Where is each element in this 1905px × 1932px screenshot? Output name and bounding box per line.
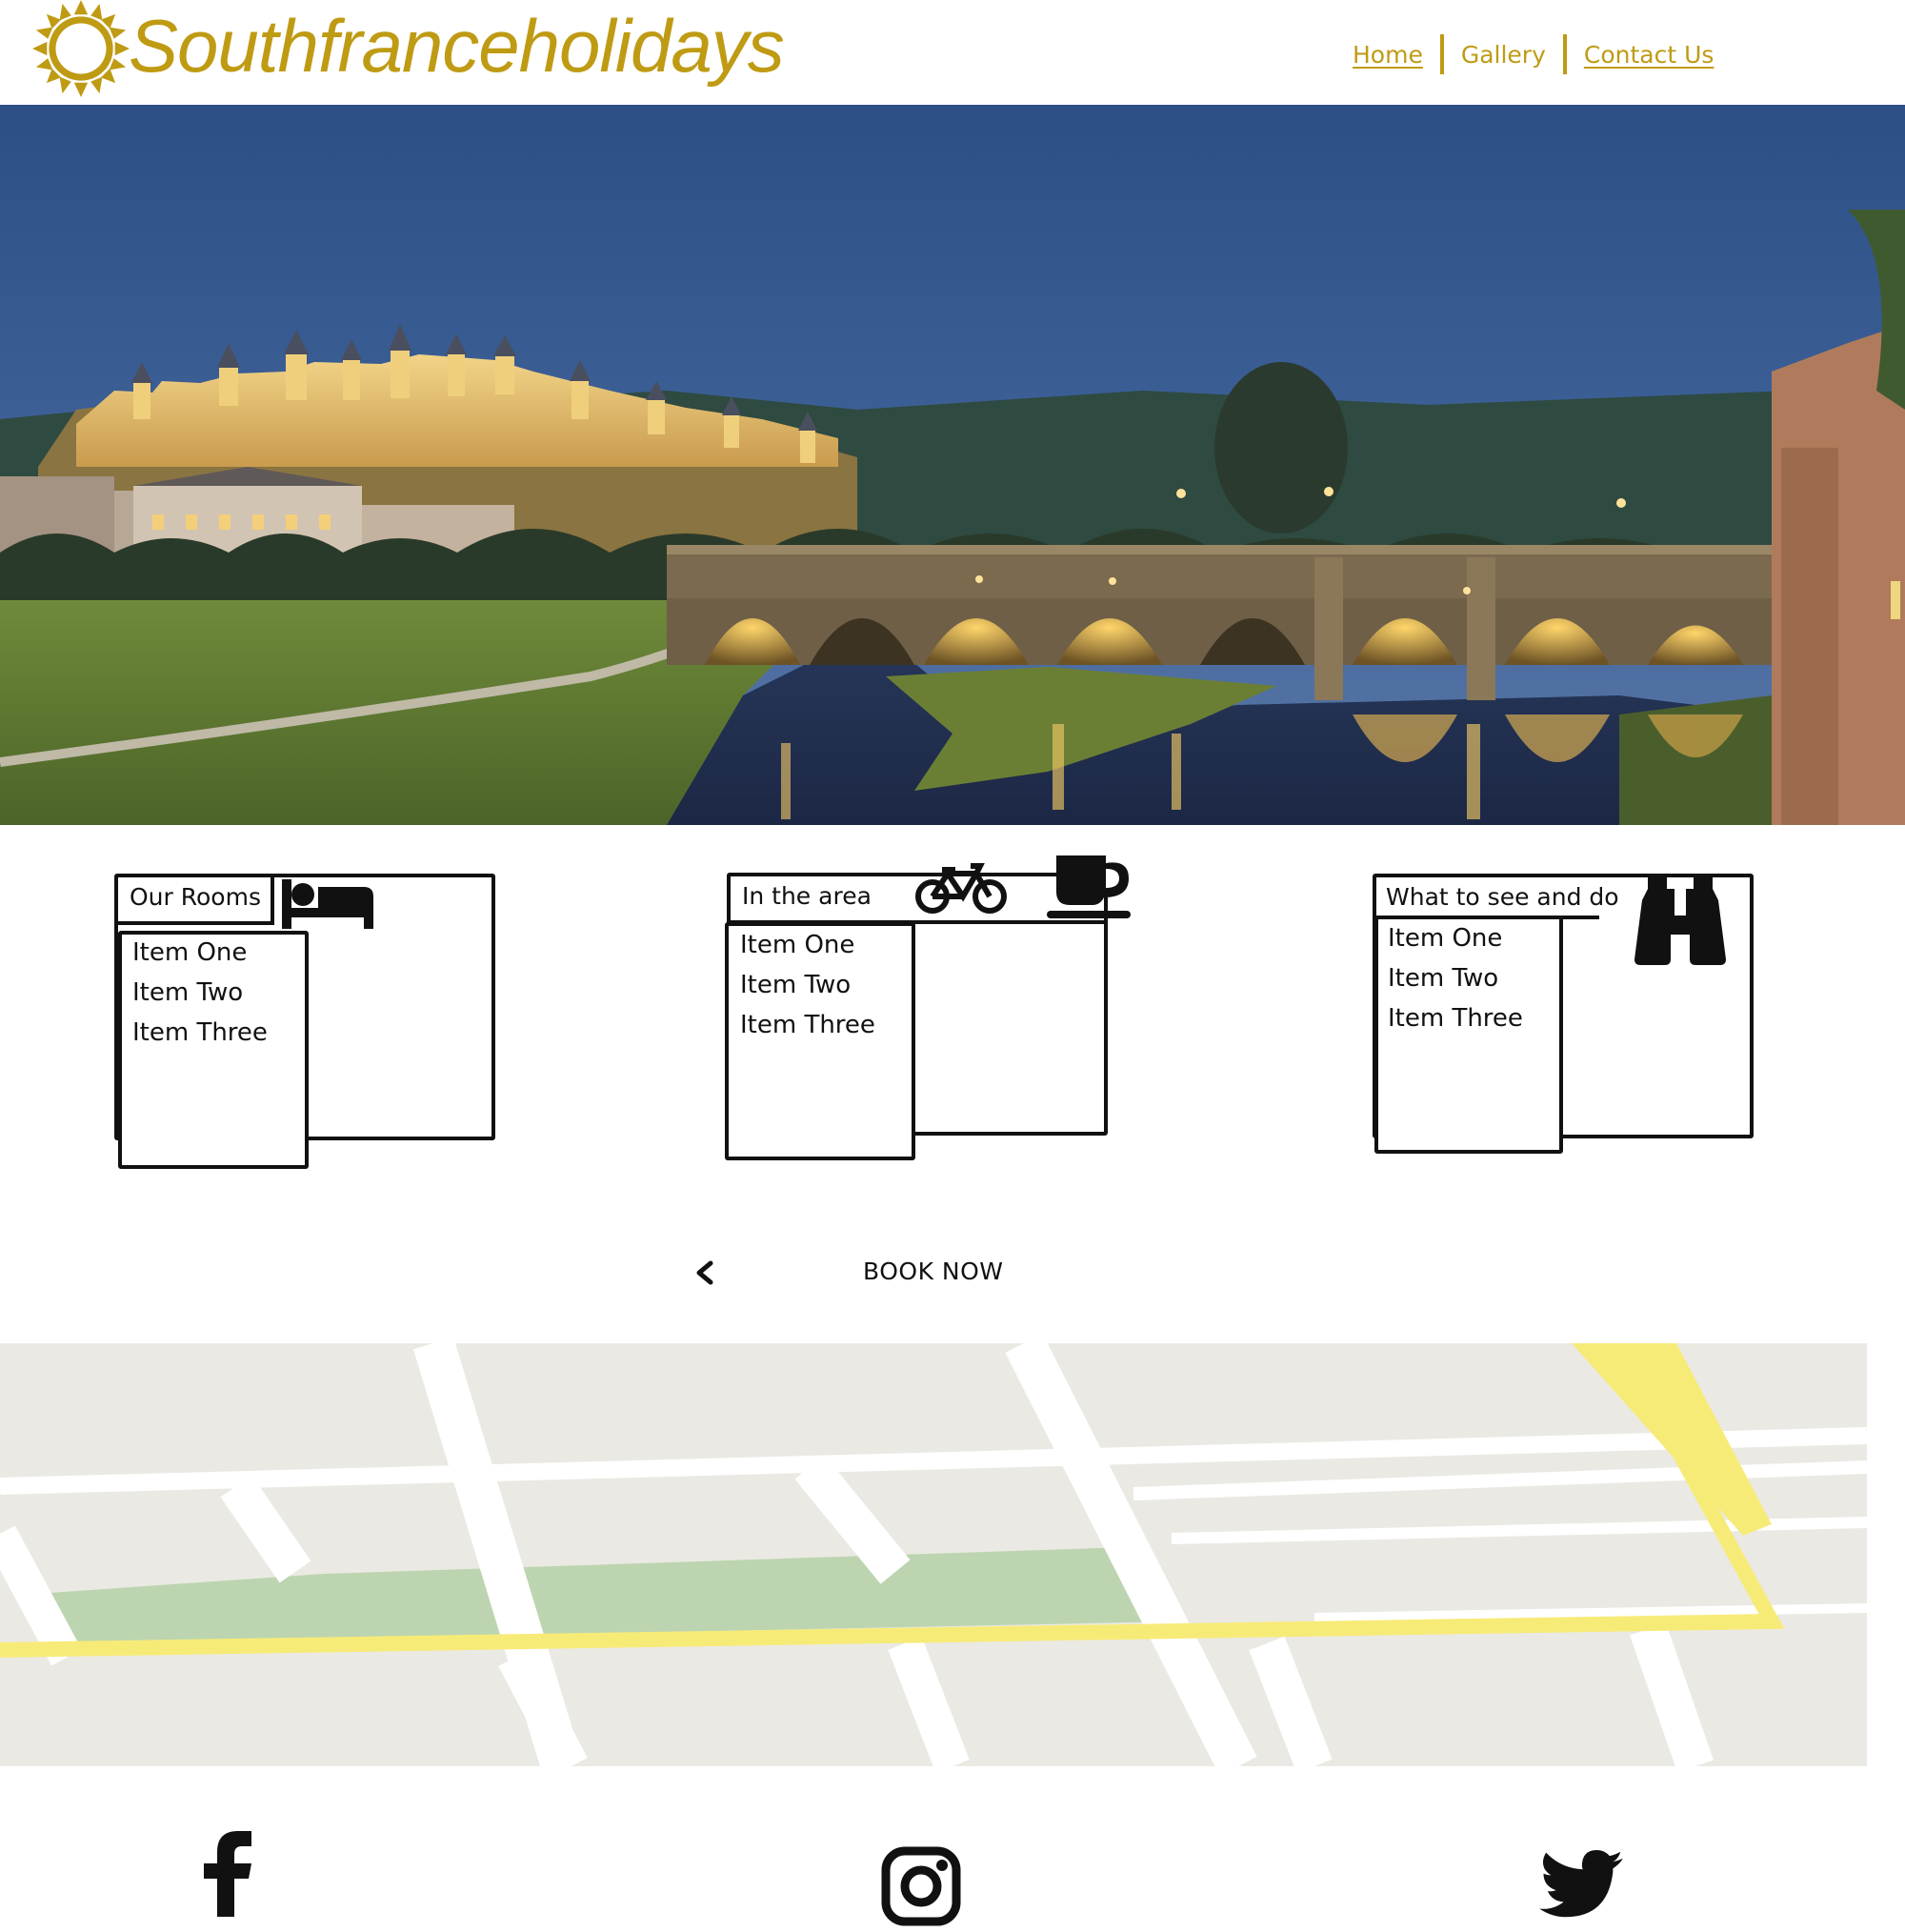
instagram-icon[interactable] — [881, 1846, 961, 1926]
list-item[interactable]: Item One — [132, 938, 247, 967]
title-underline — [114, 921, 274, 925]
list-item[interactable]: Item Three — [132, 1018, 268, 1047]
book-now-button[interactable]: BOOK NOW — [863, 1256, 1004, 1288]
chevron-left-icon[interactable] — [692, 1256, 716, 1290]
binoculars-icon — [1634, 874, 1726, 965]
coffee-cup-icon — [1047, 855, 1131, 918]
sun-icon — [32, 0, 130, 97]
list-item[interactable]: Item Three — [1388, 1004, 1523, 1033]
card-title: Our Rooms — [130, 883, 261, 911]
nav-gallery-link[interactable]: Gallery — [1461, 41, 1546, 69]
card-our-rooms: Our Rooms Item One Item Two Item Three — [114, 874, 495, 1169]
list-item[interactable]: Item Three — [740, 1011, 875, 1039]
site-logo-text[interactable]: Southfranceholidays — [129, 2, 785, 90]
list-item[interactable]: Item Two — [740, 971, 851, 999]
list-item[interactable]: Item One — [740, 931, 854, 959]
hero-banner — [0, 105, 1905, 825]
list-item[interactable]: Item Two — [1388, 964, 1498, 993]
title-divider — [271, 874, 274, 925]
list-item[interactable]: Item Two — [132, 978, 243, 1007]
card-what-to-see: What to see and do Item One Item Two Ite… — [1373, 874, 1754, 1159]
main-nav: Home Gallery Contact Us — [1353, 32, 1714, 76]
facebook-icon[interactable] — [204, 1831, 251, 1917]
card-title: In the area — [742, 882, 872, 910]
map-canvas — [0, 1343, 1867, 1766]
hero-image — [0, 105, 1905, 825]
card-in-the-area: In the area Item One Item Two Item Three — [725, 855, 1136, 1160]
bicycle-icon — [915, 863, 1007, 914]
nav-divider — [1562, 34, 1567, 74]
card-title: What to see and do — [1386, 883, 1619, 911]
site-header: Southfranceholidays Home Gallery Contact… — [0, 0, 1905, 105]
twitter-icon[interactable] — [1539, 1850, 1623, 1919]
list-item[interactable]: Item One — [1388, 924, 1502, 953]
nav-home-link[interactable]: Home — [1353, 41, 1423, 69]
nav-contact-link[interactable]: Contact Us — [1584, 41, 1714, 69]
bed-icon — [282, 879, 373, 929]
location-map[interactable] — [0, 1343, 1867, 1766]
nav-divider — [1439, 34, 1444, 74]
